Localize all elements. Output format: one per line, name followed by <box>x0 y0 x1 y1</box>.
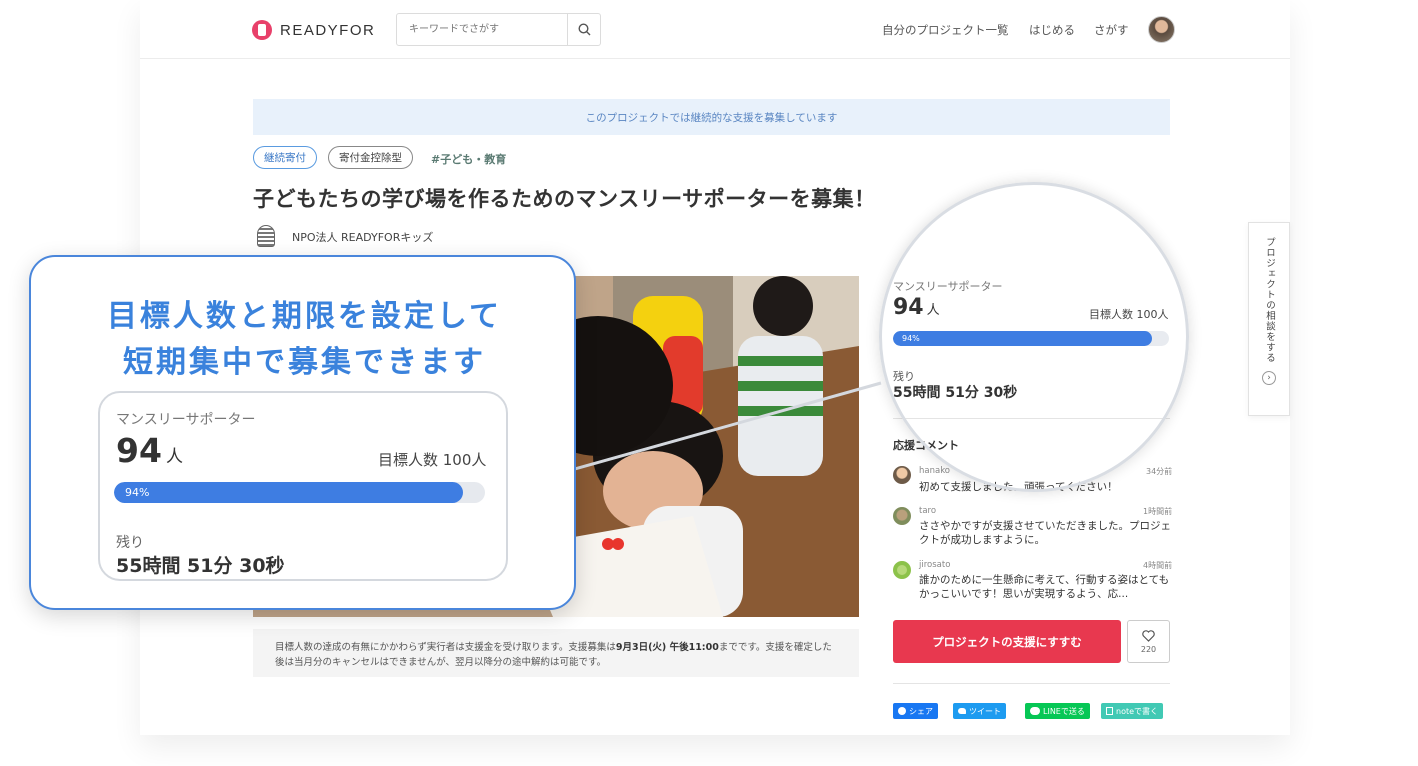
callout-remaining-label: 残り <box>116 535 144 551</box>
screenshot-stage: READYFOR 自分のプロジェクト一覧 はじめる さがす このプロジェクトでは… <box>0 0 1418 766</box>
callout-supporters-unit: 人 <box>165 447 183 467</box>
callout-progress-bar: 94% <box>114 482 485 503</box>
feature-callout: 目標人数と期限を設定して 短期集中で募集できます マンスリーサポーター 94 人 … <box>29 255 576 610</box>
callout-title-line1: 目標人数と期限を設定して <box>106 299 503 334</box>
callout-title-line2: 短期集中で募集できます <box>123 345 486 380</box>
callout-remaining-time: 55時間 51分 30秒 <box>116 555 285 577</box>
callout-goal: 目標人数 100人 <box>378 451 487 469</box>
callout-supporters-count-value: 94 <box>116 431 162 470</box>
callout-supporters-count: 94 人 <box>116 431 183 470</box>
callout-supporters-label: マンスリーサポーター <box>116 412 256 428</box>
callout-progress-fill: 94% <box>114 482 463 503</box>
callout-stats-card: マンスリーサポーター 94 人 目標人数 100人 94% 残り 55時間 51分… <box>98 391 508 581</box>
